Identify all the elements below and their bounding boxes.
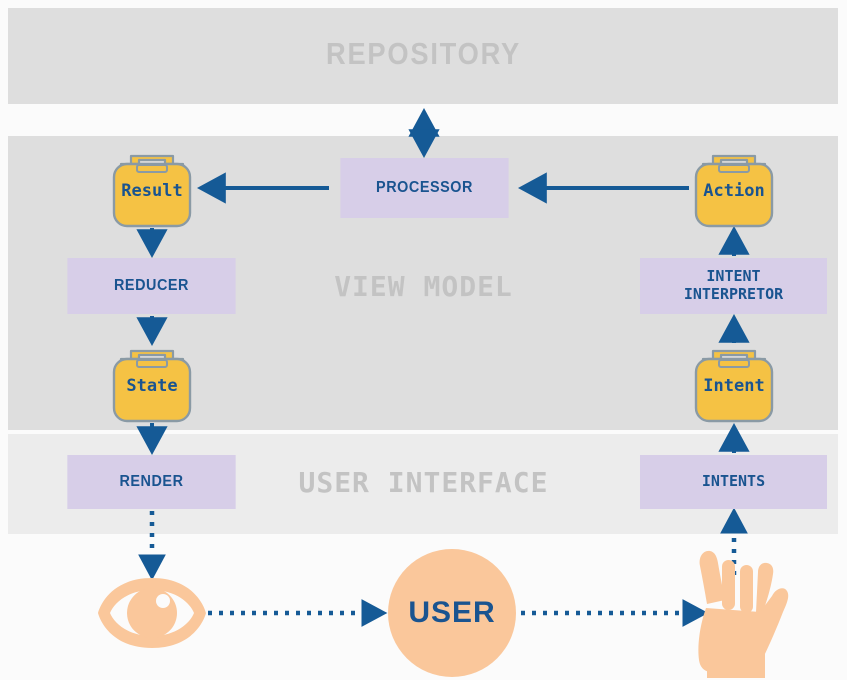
node-reducer-label: REDUCER bbox=[113, 276, 189, 294]
band-label-repository: REPOSITORY bbox=[326, 36, 521, 71]
node-intent-interpretor[interactable]: INTENT INTERPRETOR bbox=[640, 258, 827, 314]
node-intent[interactable]: Intent bbox=[691, 345, 777, 425]
briefcase-icon bbox=[112, 349, 192, 423]
node-user[interactable]: USER bbox=[388, 549, 516, 677]
eye-icon bbox=[98, 578, 206, 648]
briefcase-icon bbox=[112, 154, 192, 228]
node-intents[interactable]: INTENTS bbox=[640, 455, 827, 509]
node-processor[interactable]: PROCESSOR bbox=[340, 158, 509, 218]
node-intents-label: INTENTS bbox=[701, 472, 766, 491]
node-intent-interpretor-label: INTENT INTERPRETOR bbox=[683, 267, 784, 303]
architecture-diagram: REPOSITORY VIEW MODEL USER INTERFACE PRO… bbox=[0, 0, 847, 680]
node-reducer[interactable]: REDUCER bbox=[67, 258, 236, 314]
hand-icon bbox=[698, 550, 789, 678]
briefcase-icon bbox=[694, 349, 774, 423]
node-action[interactable]: Action bbox=[691, 150, 777, 230]
node-state[interactable]: State bbox=[109, 345, 195, 425]
node-result[interactable]: Result bbox=[109, 150, 195, 230]
node-render-label: RENDER bbox=[119, 472, 184, 490]
briefcase-icon bbox=[694, 154, 774, 228]
node-render[interactable]: RENDER bbox=[67, 455, 236, 509]
node-user-label: USER bbox=[408, 596, 496, 629]
node-processor-label: PROCESSOR bbox=[376, 178, 473, 196]
node-intent-interpretor-line2: INTERPRETOR bbox=[683, 285, 784, 303]
node-intent-interpretor-line1: INTENT bbox=[706, 267, 761, 286]
